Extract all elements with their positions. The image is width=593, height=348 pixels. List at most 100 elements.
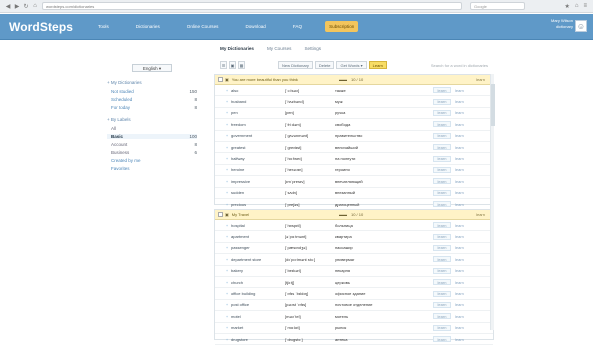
table-row[interactable]: + halfway [ˈhɑːfweɪ] на полпути learn learn [215,153,493,165]
learn-link[interactable]: learn [455,280,464,285]
table-row[interactable]: + market [ˈmɑːkɪt] рынок learn learn [215,323,493,334]
tab-my-dictionaries[interactable]: My Dictionaries [220,46,254,51]
bookmark-icon[interactable]: ★ [564,3,569,10]
expand-row-icon[interactable]: + [223,88,231,93]
learn-link[interactable]: learn [455,99,464,104]
dictionary-title[interactable]: My Travel [232,212,249,217]
table-row[interactable]: + husband [ˈhʌzbənd] муж learn learn [215,96,493,108]
list-view-icon[interactable]: ☰ [220,61,227,69]
expand-row-icon[interactable]: + [223,122,231,127]
expand-row-icon[interactable]: + [223,99,231,104]
learn-link[interactable]: learn [455,257,464,262]
expand-row-icon[interactable]: + [223,223,231,228]
learn-link[interactable]: learn [455,122,464,127]
table-row[interactable]: + heroine [ˈherəʊɪn] героиня learn learn [215,165,493,177]
learn-link[interactable]: learn [455,245,464,250]
sidebar-item-created-by-me[interactable]: Created by me [107,158,197,163]
browser-search-input[interactable]: Google [470,2,525,10]
expand-row-icon[interactable]: + [223,145,231,150]
expand-row-icon[interactable]: + [223,190,231,195]
sidebar-item-basic[interactable]: Basic 100 [107,134,197,139]
expand-row-icon[interactable]: + [223,280,231,285]
table-row[interactable]: + passenger [ˈpæsɪndʒə] пассажир learn learn [215,243,493,255]
learn-link[interactable]: learn [455,291,464,296]
expand-icon[interactable]: ▣ [225,212,229,217]
address-bar[interactable]: wordsteps.com/dictionaries [42,2,462,10]
table-row[interactable]: + church [tʃɜːtʃ] церковь learn learn [215,277,493,289]
table-row[interactable]: + office building [ˈɒfɪs ˈbɪldɪŋ] офисное з… [215,288,493,300]
nav-download[interactable]: Download [241,21,269,32]
table-row[interactable]: + freedom [ˈfriːdəm] свобода learn learn [215,119,493,131]
dictionary-panel-header[interactable]: ▣ My Travel ▬▬ 10 / 10 learn [215,210,493,220]
expand-row-icon[interactable]: + [223,133,231,138]
learn-link[interactable]: learn [455,156,464,161]
dictionary-learn-link[interactable]: learn [476,77,485,82]
table-row[interactable]: + government [ˈɡʌvənmənt] правительство lear… [215,131,493,142]
expand-row-icon[interactable]: + [223,179,231,184]
filter-icon[interactable]: ▦ [238,61,245,69]
expand-row-icon[interactable]: + [223,337,231,342]
table-row[interactable]: + greatest [ˈɡreɪtɪst] величайший learn learn [215,142,493,154]
table-row[interactable]: + post office [pəʊst ˈɒfɪs] почтовое отделе… [215,300,493,312]
learn-link[interactable]: learn [455,167,464,172]
sidebar-item-not-studied[interactable]: Not studied 150 [107,89,197,94]
select-checkbox[interactable] [218,212,223,217]
table-row[interactable]: + impressive [ɪmˈpresɪv] впечатляющий learn l… [215,176,493,188]
learn-link[interactable]: learn [455,145,464,150]
sidebar-item-favorites[interactable]: Favorites [107,166,197,171]
dictionary-panel-header[interactable]: ▣ You are more beautiful than you think … [215,75,493,85]
sidebar-item-all[interactable]: All [107,126,197,131]
table-row[interactable]: + department store [dɪˈpɑːtmənt stɔː] униве… [215,254,493,266]
home-icon[interactable]: ⌂ [32,3,38,9]
wordsteps-logo[interactable]: WordSteps [9,20,73,34]
learn-link[interactable]: learn [455,337,464,342]
learn-link[interactable]: learn [455,325,464,330]
expand-row-icon[interactable]: + [223,202,231,207]
expand-icon[interactable]: ▣ [225,77,229,82]
table-row[interactable]: + apartment [əˈpɑːtmənt] квартира learn learn [215,231,493,243]
new-dictionary-button[interactable]: New Dictionary [278,61,313,69]
dictionary-learn-link[interactable]: learn [476,212,485,217]
card-view-icon[interactable]: ▣ [229,61,236,69]
scrollbar-thumb[interactable] [491,84,495,126]
nav-subscription[interactable]: Subscription [325,21,359,32]
expand-row-icon[interactable]: + [223,167,231,172]
user-menu[interactable]: Mary Wilson dictionary [531,18,573,35]
learn-link[interactable]: learn [455,302,464,307]
learn-button[interactable]: Learn [368,61,387,69]
learn-link[interactable]: learn [455,202,464,207]
expand-row-icon[interactable]: + [223,110,231,115]
expand-row-icon[interactable]: + [223,156,231,161]
dictionary-title[interactable]: You are more beautiful than you think [232,77,298,82]
learn-link[interactable]: learn [455,190,464,195]
learn-link[interactable]: learn [455,314,464,319]
nav-faq[interactable]: FAQ [289,21,306,32]
expand-row-icon[interactable]: + [223,268,231,273]
expand-row-icon[interactable]: + [223,325,231,330]
language-selector[interactable]: English ▾ [132,64,172,72]
home-tool-icon[interactable]: ⌂ [575,3,579,10]
table-row[interactable]: + pen [pen] ручка learn learn [215,108,493,120]
tab-settings[interactable]: Settings [304,46,321,51]
get-words-button[interactable]: Get Words ▾ [336,61,367,69]
expand-row-icon[interactable]: + [223,302,231,307]
expand-row-icon[interactable]: + [223,257,231,262]
table-row[interactable]: + bakery [ˈbeɪkəri] пекарня learn learn [215,266,493,277]
sidebar-section-title[interactable]: + By Labels [107,117,197,122]
expand-row-icon[interactable]: + [223,234,231,239]
learn-link[interactable]: learn [455,179,464,184]
avatar[interactable]: ☺ [575,20,587,32]
nav-dictionaries[interactable]: Dictionaries [132,21,164,32]
delete-button[interactable]: Delete [314,61,335,69]
sidebar-item-scheduled[interactable]: Scheduled 8 [107,97,197,102]
forward-icon[interactable]: ▶ [14,3,20,10]
vertical-scrollbar[interactable] [490,74,495,330]
learn-link[interactable]: learn [455,133,464,138]
menu-icon[interactable]: ≡ [583,3,587,10]
learn-link[interactable]: learn [455,110,464,115]
nav-online-courses[interactable]: Online Courses [183,21,223,32]
reload-icon[interactable]: ↻ [23,3,29,10]
sidebar-item-for-today[interactable]: For today 8 [107,105,197,110]
table-row[interactable]: + hospital [ˈhɒspɪtl] больница learn learn [215,220,493,232]
table-row[interactable]: + also [ˈɔːlsəʊ] также learn learn [215,85,493,97]
